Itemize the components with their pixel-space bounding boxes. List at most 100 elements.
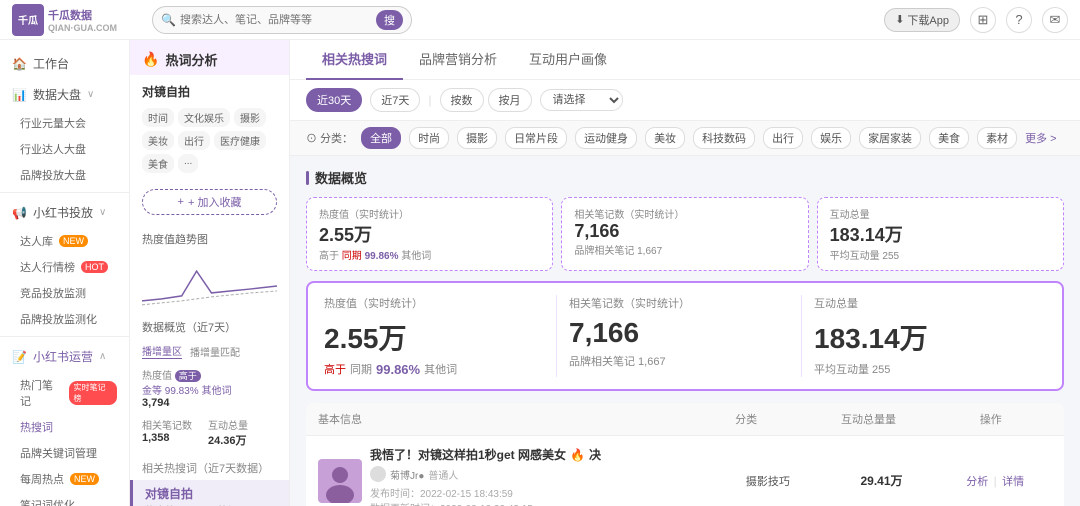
- tag-travel: 出行: [178, 131, 210, 150]
- cat-btn-tech[interactable]: 科技数码: [693, 127, 755, 149]
- top-header: 千瓜 千瓜数据 QIAN·GUA.COM 🔍 搜 ⬇ 下载App ⊞ ? ✉: [0, 0, 1080, 40]
- mini-card-heat-sub: 高于 同期 99.86% 其他词: [319, 247, 540, 262]
- author-role: 普通人: [428, 467, 458, 482]
- tab-related[interactable]: 相关热搜词: [306, 40, 403, 80]
- h-stat-interaction-label: 互动总量: [814, 295, 1034, 311]
- h-stat-heat-label: 热度值（实时统计）: [324, 295, 544, 311]
- data-section: 数据概览 热度值（实时统计） 2.55万 高于 同期 99.86% 其他词 相关…: [290, 156, 1080, 506]
- download-app-button[interactable]: ⬇ 下载App: [884, 8, 960, 32]
- sidebar-item-data-ocean[interactable]: 📊 数据大盘 ∨: [0, 79, 129, 110]
- new-badge: NEW: [59, 235, 88, 247]
- hot-word-section-title: 对镜自拍: [130, 75, 289, 104]
- cat-btn-travel[interactable]: 出行: [763, 127, 803, 149]
- panel-header: 🔥 热词分析: [130, 40, 289, 75]
- trend-chart: [142, 251, 277, 311]
- sidebar-item-xhs-ops[interactable]: 📝 小红书运营 ∧: [0, 341, 129, 372]
- chevron-down-icon-3: ∧: [99, 351, 106, 362]
- spread-match-tab[interactable]: 播增量匹配: [190, 344, 240, 359]
- more-categories-btn[interactable]: 更多 >: [1025, 130, 1056, 146]
- category-label: ⊙ 分类：: [306, 130, 353, 146]
- mini-card-interaction-value: 183.14万: [830, 221, 1051, 247]
- analyze-link[interactable]: 分析: [966, 476, 988, 488]
- cat-btn-all[interactable]: 全部: [361, 127, 401, 149]
- logo: 千瓜 千瓜数据 QIAN·GUA.COM: [12, 4, 142, 36]
- sidebar-item-brand-mgmt[interactable]: 品牌关键词管理: [0, 440, 129, 466]
- tag-beauty: 美妆: [142, 131, 174, 150]
- cat-btn-beauty[interactable]: 美妆: [645, 127, 685, 149]
- hot-words-container: 对镜自拍 热度值：3,794笔记：1,358 情侣对镜自拍 热度值：32笔记：5…: [130, 480, 289, 506]
- hot-badge: HOT: [81, 261, 108, 273]
- tag-food: 美食: [142, 154, 174, 173]
- heat-stat-row: 热度值 高于 金等 99.83% 其他词 3,794: [130, 363, 289, 413]
- cat-btn-fashion[interactable]: 时尚: [409, 127, 449, 149]
- sidebar-item-kol-rank[interactable]: 达人行情榜HOT: [0, 254, 129, 280]
- main-layout: 🏠 工作台 📊 数据大盘 ∨ 行业元量大会 行业达人大盘 品牌投放大盘 📢 小红…: [0, 40, 1080, 506]
- mini-card-notes: 相关笔记数（实时统计） 7,166 品牌相关笔记 1,667: [561, 197, 808, 271]
- sidebar-item-industry[interactable]: 行业元量大会: [0, 110, 129, 136]
- sidebar-item-compete[interactable]: 竞品投放监测: [0, 280, 129, 306]
- mini-overview-cards: 热度值（实时统计） 2.55万 高于 同期 99.86% 其他词 相关笔记数（实…: [306, 197, 1064, 271]
- date-btn-30days[interactable]: 近30天: [306, 88, 362, 112]
- sidebar-item-weekly[interactable]: 每周热点NEW: [0, 466, 129, 492]
- author-name: 菊博Jr●: [390, 467, 424, 482]
- xhs-put-subitems: 达人库NEW 达人行情榜HOT 竞品投放监测 品牌投放监测化: [0, 228, 129, 332]
- period-text: 同期: [350, 361, 372, 377]
- spread-area-tab[interactable]: 播增量区: [142, 343, 182, 359]
- detail-link[interactable]: 详情: [1002, 476, 1024, 488]
- cat-btn-home[interactable]: 家居家装: [859, 127, 921, 149]
- filter-by-month[interactable]: 按月: [488, 88, 532, 112]
- tab-brand[interactable]: 品牌营销分析: [403, 40, 513, 80]
- note-author: 菊博Jr● 普通人: [370, 466, 711, 482]
- cat-btn-photo[interactable]: 摄影: [457, 127, 497, 149]
- note-meta: 发布时间：2022-02-15 18:43:59 数据更新时间：2022-03-…: [370, 485, 711, 506]
- data-ocean-icon: 📊: [12, 88, 27, 102]
- sidebar-item-brand-watch[interactable]: 品牌投放监测化: [0, 306, 129, 332]
- sidebar-item-kol-lib[interactable]: 达人库NEW: [0, 228, 129, 254]
- col-header-interaction: 互动总量量: [807, 411, 929, 427]
- question-icon-btn[interactable]: ?: [1006, 7, 1032, 33]
- sidebar-item-hot-search[interactable]: 热搜词: [0, 414, 129, 440]
- sidebar-item-note-opt[interactable]: 笔记词优化: [0, 492, 129, 506]
- mail-icon-btn[interactable]: ✉: [1042, 7, 1068, 33]
- grid-icon-btn[interactable]: ⊞: [970, 7, 996, 33]
- cat-btn-material[interactable]: 素材: [977, 127, 1017, 149]
- tab-user[interactable]: 互动用户画像: [513, 40, 623, 80]
- sidebar-item-xhs-put[interactable]: 📢 小红书投放 ∨: [0, 197, 129, 228]
- tabs-bar: 相关热搜词 品牌营销分析 互动用户画像: [290, 40, 1080, 80]
- mini-card-notes-sub: 品牌相关笔记 1,667: [574, 242, 795, 257]
- logo-icon: 千瓜: [12, 4, 44, 36]
- search-icon: 🔍: [161, 13, 176, 27]
- pct-text: 99.86%: [376, 362, 420, 377]
- sidebar-item-hot-note[interactable]: 热门笔记实时笔记榜: [0, 372, 129, 414]
- mini-card-interaction: 互动总量 183.14万 平均互动量 255: [817, 197, 1064, 271]
- h-stat-notes-value: 7,166: [569, 317, 789, 349]
- tag-time: 时间: [142, 108, 174, 127]
- heat-value: 3,794: [142, 397, 231, 409]
- sidebar-item-kol[interactable]: 行业达人大盘: [0, 136, 129, 162]
- h-stat-heat-sub: 高于 同期 99.86% 其他词: [324, 361, 544, 377]
- h-stat-notes-label: 相关笔记数（实时统计）: [569, 295, 789, 311]
- filter-by-count[interactable]: 按数: [440, 88, 484, 112]
- note-thumbnail: [318, 459, 362, 503]
- data-ocean-subitems: 行业元量大会 行业达人大盘 品牌投放大盘: [0, 110, 129, 188]
- search-input[interactable]: [180, 14, 376, 26]
- post-time: 发布时间：2022-02-15 18:43:59: [370, 485, 711, 500]
- date-btn-7days[interactable]: 近7天: [370, 88, 420, 112]
- search-button[interactable]: 搜: [376, 10, 403, 30]
- tag-health: 医疗健康: [214, 131, 266, 150]
- author-avatar: [370, 466, 386, 482]
- other-text: 其他词: [424, 361, 457, 377]
- cat-btn-daily[interactable]: 日常片段: [505, 127, 567, 149]
- heat-badge-detail: 金等 99.83% 其他词: [142, 382, 231, 397]
- note-count-value: 1,358: [142, 432, 192, 444]
- cat-btn-entertainment[interactable]: 娱乐: [811, 127, 851, 149]
- filter-select[interactable]: 请选择: [540, 89, 623, 111]
- cat-btn-food[interactable]: 美食: [929, 127, 969, 149]
- sidebar-item-brand[interactable]: 品牌投放大盘: [0, 162, 129, 188]
- cat-btn-fitness[interactable]: 运动健身: [575, 127, 637, 149]
- mini-card-interaction-sub: 平均互动量 255: [830, 247, 1051, 262]
- hot-word-item[interactable]: 对镜自拍 热度值：3,794笔记：1,358: [130, 480, 289, 506]
- sidebar-item-workbench[interactable]: 🏠 工作台: [0, 48, 129, 79]
- sidebar-divider-1: [0, 192, 129, 193]
- add-collect-button[interactable]: + + 加入收藏: [142, 189, 277, 215]
